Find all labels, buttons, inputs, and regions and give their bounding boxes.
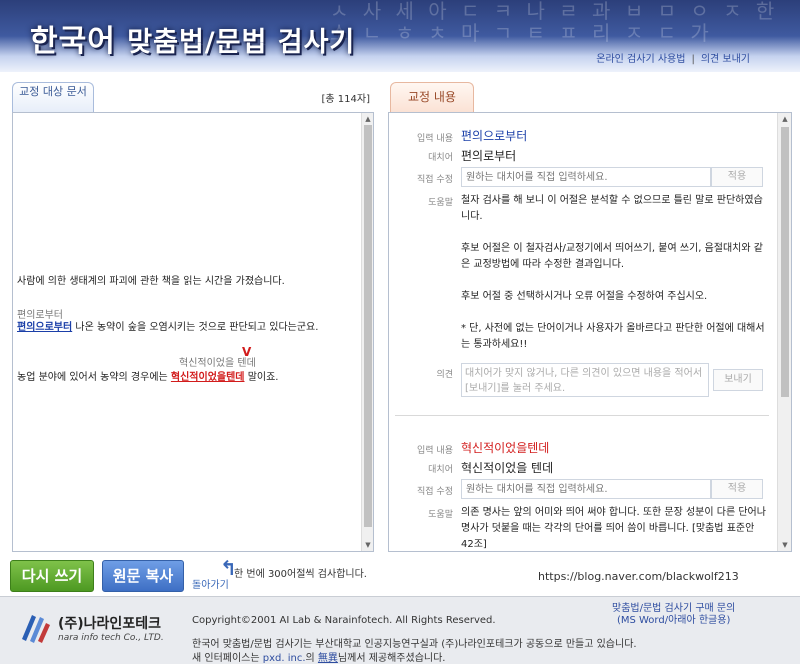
source-text-area[interactable]: 사람에 의한 생태계의 파괴에 관한 책을 읽는 시간을 가졌습니다. 편의로부… bbox=[12, 112, 374, 580]
apply-button[interactable]: 적용 bbox=[711, 479, 763, 499]
copy-original-button[interactable]: 원문 복사 bbox=[102, 560, 184, 592]
source-line-2-rest: 나온 농약이 숲을 오염시키는 것으로 판단되고 있다는군요. bbox=[72, 322, 319, 333]
scroll-up-icon[interactable]: ▲ bbox=[362, 113, 374, 125]
opinion-textarea[interactable]: 대치어가 맞지 않거나, 다른 의견이 있으면 내용을 적어서 [보내기]를 눌… bbox=[461, 363, 709, 397]
source-scrollbar[interactable]: ▲ ▼ bbox=[361, 113, 373, 551]
tab-source-document[interactable]: 교정 대상 문서 bbox=[12, 82, 94, 112]
credit-line-2: 새 인터페이스는 pxd. inc.의 無異님께서 제공해주셨습니다. bbox=[192, 649, 445, 664]
replacement-word[interactable]: 혁신적이었을 텐데 bbox=[461, 459, 553, 476]
insert-caret-icon: V bbox=[242, 345, 252, 359]
help-paragraph: 후보 어절은 이 철자검사/교정기에서 띄어쓰기, 붙여 쓰기, 음절대치와 같… bbox=[461, 243, 763, 270]
scroll-thumb[interactable] bbox=[364, 125, 372, 527]
feedback-link[interactable]: 의견 보내기 bbox=[701, 54, 750, 65]
help-paragraph: 의존 명사는 앞의 어미와 띄어 써야 합니다. 또한 문장 성분이 다른 단어… bbox=[461, 507, 766, 550]
page-title: 한국어 맞춤법/문법 검사기 bbox=[30, 16, 355, 60]
label-edit: 직접 수정 bbox=[417, 487, 453, 497]
back-button[interactable]: ↰ 돌아가기 bbox=[192, 556, 252, 592]
correction-scrollbar[interactable]: ▲ ▼ bbox=[777, 113, 791, 551]
usage-link[interactable]: 온라인 검사기 사용법 bbox=[596, 54, 685, 65]
label-input: 입력 내용 bbox=[417, 134, 453, 144]
tab-correction[interactable]: 교정 내용 bbox=[390, 82, 474, 112]
scroll-up-icon[interactable]: ▲ bbox=[778, 113, 791, 125]
direct-edit-input[interactable] bbox=[461, 479, 711, 499]
label-help: 도움말 bbox=[428, 198, 453, 208]
footer: (주)나라인포테크 nara info tech Co., LTD. Copyr… bbox=[0, 596, 800, 664]
source-line-3: 농업 분야에 있어서 농약의 경우에는 혁신적이었을텐데 말이죠. bbox=[17, 371, 278, 385]
entry-divider bbox=[395, 415, 769, 416]
source-line-3-post: 말이죠. bbox=[244, 372, 279, 383]
correction-list: 입력 내용 편의으로부터 대치어 편의로부터 직접 수정 적용 도움말 철자 검… bbox=[388, 112, 792, 552]
label-replacement: 대치어 bbox=[428, 153, 453, 163]
error-word-1[interactable]: 편의으로부터 bbox=[17, 322, 72, 333]
pxd-link[interactable]: pxd. inc. bbox=[263, 653, 306, 664]
back-label: 돌아가기 bbox=[192, 580, 229, 591]
apply-button[interactable]: 적용 bbox=[711, 167, 763, 187]
purchase-inquiry-link[interactable]: 맞춤법/문법 검사기 구매 문의 (MS Word/아래아 한글용) bbox=[612, 603, 735, 627]
copyright: Copyright©2001 AI Lab & Narainfotech. Al… bbox=[192, 615, 496, 626]
source-line-1: 사람에 의한 생태계의 파괴에 관한 책을 읽는 시간을 가졌습니다. bbox=[17, 276, 285, 287]
blog-url: https://blog.naver.com/blackwolf213 bbox=[538, 570, 739, 583]
scroll-thumb[interactable] bbox=[781, 127, 789, 397]
designer-link[interactable]: 無異 bbox=[318, 653, 338, 664]
scroll-down-icon[interactable]: ▼ bbox=[778, 539, 791, 551]
error-word-2[interactable]: 혁신적이었을텐데 bbox=[171, 372, 245, 383]
label-replacement: 대치어 bbox=[428, 465, 453, 475]
source-line-3-pre: 농업 분야에 있어서 농약의 경우에는 bbox=[17, 372, 171, 383]
input-word: 혁신적이었을텐데 bbox=[461, 441, 550, 455]
inquiry-line-1: 맞춤법/문법 검사기 구매 문의 bbox=[612, 603, 736, 614]
credit-line-1: 한국어 맞춤법/문법 검사기는 부산대학교 인공지능연구실과 (주)나라인포테크… bbox=[192, 639, 637, 650]
header-links: 온라인 검사기 사용법 | 의견 보내기 bbox=[596, 54, 750, 65]
label-input: 입력 내용 bbox=[417, 446, 453, 456]
title-korean: 한국어 bbox=[30, 24, 116, 59]
help-text: 철자 검사를 해 보니 이 어절은 분석할 수 없으므로 틀린 말로 판단하였습… bbox=[461, 193, 767, 369]
direct-edit-input[interactable] bbox=[461, 167, 711, 187]
logo-subtitle: nara info tech Co., LTD. bbox=[58, 633, 164, 643]
inquiry-line-2: (MS Word/아래아 한글용) bbox=[616, 615, 731, 626]
source-panel: 교정 대상 문서 [총 114자] 사람에 의한 생태계의 파괴에 관한 책을 … bbox=[8, 82, 376, 580]
help-paragraph: 후보 어절 중 선택하시거나 오류 어절을 수정하여 주십시오. bbox=[461, 291, 708, 302]
char-count: [총 114자] bbox=[321, 94, 370, 105]
credit-text: 의 bbox=[305, 653, 318, 664]
suggestion-hint-2: 혁신적이었을 텐데 bbox=[179, 358, 256, 369]
scroll-down-icon[interactable]: ▼ bbox=[362, 539, 374, 551]
credit-text: 님께서 제공해주셨습니다. bbox=[337, 653, 446, 664]
replacement-word[interactable]: 편의로부터 bbox=[461, 147, 516, 164]
label-help: 도움말 bbox=[428, 510, 453, 520]
label-edit: 직접 수정 bbox=[417, 175, 453, 185]
logo-mark-icon bbox=[22, 615, 50, 643]
label-opinion: 의견 bbox=[436, 370, 453, 380]
title-checker: 맞춤법/문법 검사기 bbox=[127, 27, 356, 58]
header-banner: ㅅ 사 세 아 ㄷ ㅋ 나 ㄹ 과 ㅂ ㅁ ㅇ ㅈ 한 소 ㄴ ㅎ ㅊ 마 ㄱ … bbox=[0, 0, 800, 72]
credit-text: 새 인터페이스는 bbox=[192, 653, 263, 664]
help-paragraph: * 단, 사전에 없는 단어이거나 사용자가 올바르다고 판단한 어절에 대해서… bbox=[461, 323, 765, 350]
correction-panel: 교정 내용 입력 내용 편의으로부터 대치어 편의로부터 직접 수정 적용 도움… bbox=[388, 82, 792, 552]
send-button[interactable]: 보내기 bbox=[713, 369, 763, 391]
source-line-2: 편의으로부터 나온 농약이 숲을 오염시키는 것으로 판단되고 있다는군요. bbox=[17, 321, 318, 335]
input-word: 편의으로부터 bbox=[461, 129, 528, 143]
rewrite-button[interactable]: 다시 쓰기 bbox=[10, 560, 94, 592]
logo-name: (주)나라인포테크 bbox=[58, 616, 161, 632]
help-text: 의존 명사는 앞의 어미와 띄어 써야 합니다. 또한 문장 성분이 다른 단어… bbox=[461, 505, 767, 551]
company-logo[interactable]: (주)나라인포테크 nara info tech Co., LTD. bbox=[18, 607, 188, 651]
help-paragraph: 철자 검사를 해 보니 이 어절은 분석할 수 없으므로 틀린 말로 판단하였습… bbox=[461, 195, 763, 222]
